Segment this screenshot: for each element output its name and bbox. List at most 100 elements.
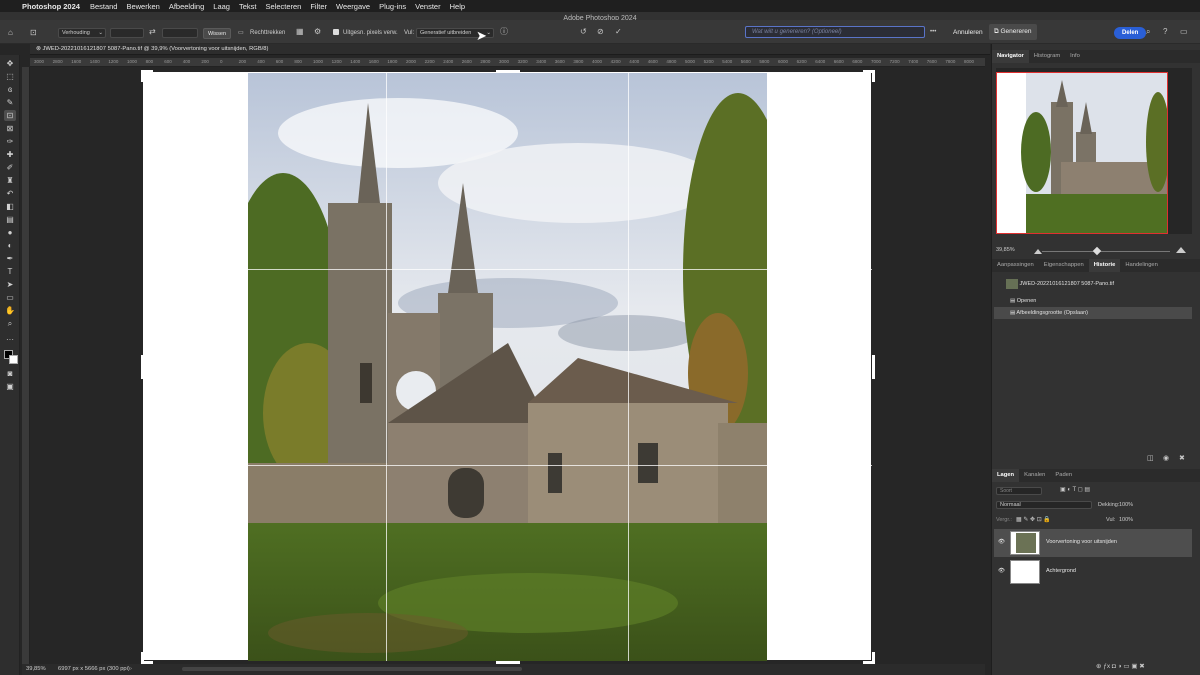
generate-prompt-input[interactable]: Wat wilt u genereren? (Optioneel) — [745, 26, 925, 38]
gear-icon[interactable]: ⚙ — [314, 27, 321, 37]
crop-handle-bottom-left[interactable] — [141, 652, 144, 664]
filter-pixel-icon[interactable]: ▣ ◐ T ◻ ▤ — [1060, 485, 1090, 495]
lock-icons[interactable]: ▦ ✎ ✥ ⊡ 🔒 — [1016, 515, 1051, 525]
workspace-icon[interactable]: ▭ — [1180, 27, 1188, 37]
tab-histogram[interactable]: Histogram — [1029, 50, 1065, 63]
menu-help[interactable]: Help — [450, 2, 465, 11]
horizontal-scrollbar[interactable] — [182, 667, 522, 671]
menu-venster[interactable]: Venster — [415, 2, 440, 11]
share-button[interactable]: Delen — [1114, 27, 1147, 39]
zoom-tool-icon[interactable]: ⌕ — [4, 318, 16, 329]
menu-weergave[interactable]: Weergave — [336, 2, 370, 11]
crop-preview[interactable] — [141, 70, 875, 664]
hand-tool-icon[interactable]: ✋ — [4, 305, 16, 316]
eye-icon[interactable]: 👁 — [998, 539, 1005, 545]
history-state[interactable]: ▤ Openen — [994, 295, 1192, 307]
new-snapshot-icon[interactable]: ◫ — [1147, 454, 1154, 464]
generate-button[interactable]: ⧉ Genereren — [989, 24, 1037, 40]
layer-footer-icons[interactable]: ⊕ ƒx ◘ ◑ ▭ ▣ ✖ — [1096, 662, 1145, 672]
width-field[interactable] — [110, 28, 144, 38]
navigator-preview[interactable] — [996, 68, 1192, 234]
chevron-right-icon[interactable]: › — [130, 664, 132, 675]
straighten-label[interactable]: Rechttrekken — [250, 30, 285, 36]
tab-adjustments[interactable]: Aanpassingen — [992, 259, 1039, 272]
layer-name[interactable]: Voorvertoning voor uitsnijden — [1046, 539, 1117, 545]
straighten-icon[interactable]: ▭ — [238, 28, 244, 38]
cancel-crop-icon[interactable]: ⊘ — [597, 27, 604, 37]
info-icon[interactable]: ⓘ — [500, 27, 508, 37]
opacity-value[interactable]: 100% — [1119, 502, 1133, 508]
home-icon[interactable]: ⌂ — [8, 28, 13, 38]
camera-icon[interactable]: ◉ — [1163, 454, 1169, 464]
crop-handle-top-right[interactable] — [872, 70, 875, 82]
shape-tool-icon[interactable]: ▭ — [4, 292, 16, 303]
marquee-tool-icon[interactable]: ⬚ — [4, 71, 16, 82]
tab-properties[interactable]: Eigenschappen — [1039, 259, 1089, 272]
menu-bewerken[interactable]: Bewerken — [126, 2, 159, 11]
path-select-icon[interactable]: ➤ — [4, 279, 16, 290]
app-menu[interactable]: Photoshop 2024 — [22, 2, 80, 11]
menu-plugins[interactable]: Plug-ins — [379, 2, 406, 11]
gradient-tool-icon[interactable]: ▤ — [4, 214, 16, 225]
layer-row[interactable]: 👁 Achtergrond — [994, 558, 1192, 586]
commit-crop-icon[interactable]: ✓ — [615, 27, 622, 37]
more-tools-icon[interactable]: ··· — [4, 334, 16, 345]
tab-history[interactable]: Historie — [1088, 259, 1121, 272]
clear-button[interactable]: Wissen — [203, 28, 232, 39]
frame-tool-icon[interactable]: ⊠ — [4, 123, 16, 134]
type-tool-icon[interactable]: T — [4, 266, 16, 277]
tab-navigator[interactable]: Navigator — [992, 50, 1029, 63]
tab-actions[interactable]: Handelingen — [1120, 259, 1163, 272]
history-state-active[interactable]: ▤ Afbeeldingsgrootte (Opslaan) — [994, 307, 1192, 319]
brush-tool-icon[interactable]: ✐ — [4, 162, 16, 173]
rotate-reset-icon[interactable]: ↺ — [580, 27, 587, 37]
crop-handle-right[interactable] — [872, 355, 875, 379]
fill-opacity-value[interactable]: 100% — [1119, 517, 1133, 523]
trash-icon[interactable]: ✖ — [1179, 454, 1185, 464]
menu-tekst[interactable]: Tekst — [239, 2, 257, 11]
crop-tool-icon[interactable]: ⊡ — [4, 110, 16, 121]
tab-paths[interactable]: Paden — [1050, 469, 1077, 482]
crop-handle-left[interactable] — [141, 355, 144, 379]
quick-select-tool-icon[interactable]: ✎ — [4, 97, 16, 108]
blend-mode-select[interactable]: Normaal — [996, 501, 1092, 509]
quick-mask-icon[interactable]: ◙ — [4, 368, 16, 379]
help-icon[interactable]: ? — [1163, 27, 1167, 37]
menu-laag[interactable]: Laag — [213, 2, 230, 11]
crop-tool-icon[interactable]: ⊡ — [30, 28, 37, 38]
pen-tool-icon[interactable]: ✒ — [4, 253, 16, 264]
crop-handle-top-left[interactable] — [141, 70, 144, 82]
layer-row[interactable]: 👁 Voorvertoning voor uitsnijden — [994, 529, 1192, 557]
move-tool-icon[interactable]: ✥ — [4, 58, 16, 69]
dodge-tool-icon[interactable]: ◐ — [4, 240, 16, 251]
eye-icon[interactable]: 👁 — [998, 568, 1005, 574]
layer-name[interactable]: Achtergrond — [1046, 568, 1076, 574]
slider-thumb[interactable] — [1092, 246, 1102, 256]
tab-layers[interactable]: Lagen — [992, 469, 1020, 482]
navigator-view-box[interactable] — [996, 72, 1168, 234]
document-tab[interactable]: ⊗ JWED-20221016121807 5087-Pano.tif @ 39… — [30, 44, 990, 55]
swap-icon[interactable]: ⇄ — [149, 27, 156, 37]
overlay-grid-icon[interactable]: ▦ — [296, 27, 304, 37]
background-color-swatch[interactable] — [9, 355, 18, 364]
healing-brush-icon[interactable]: ✚ — [4, 149, 16, 160]
eyedropper-tool-icon[interactable]: ✑ — [4, 136, 16, 147]
ratio-select[interactable]: Verhouding ⌄ — [58, 28, 106, 38]
menu-filter[interactable]: Filter — [310, 2, 327, 11]
menu-afbeelding[interactable]: Afbeelding — [169, 2, 204, 11]
delete-pixels-checkbox[interactable] — [333, 29, 339, 35]
zoom-level[interactable]: 39,85% — [26, 664, 46, 675]
height-field[interactable] — [162, 28, 198, 38]
tab-channels[interactable]: Kanalen — [1019, 469, 1050, 482]
menu-bestand[interactable]: Bestand — [90, 2, 118, 11]
more-options-button[interactable]: ••• — [930, 29, 936, 35]
clone-stamp-icon[interactable]: ♜ — [4, 175, 16, 186]
zoom-out-icon[interactable] — [1034, 249, 1042, 254]
crop-handle-top[interactable] — [496, 70, 520, 73]
history-brush-icon[interactable]: ↶ — [4, 188, 16, 199]
search-icon[interactable]: ⌕ — [1146, 27, 1150, 37]
lasso-tool-icon[interactable]: ɞ — [4, 84, 16, 95]
history-snapshot[interactable]: JWED-20221016121807 5087-Pano.tif — [994, 278, 1192, 292]
cancel-button[interactable]: Annuleren — [953, 29, 983, 36]
zoom-in-icon[interactable] — [1176, 247, 1186, 253]
